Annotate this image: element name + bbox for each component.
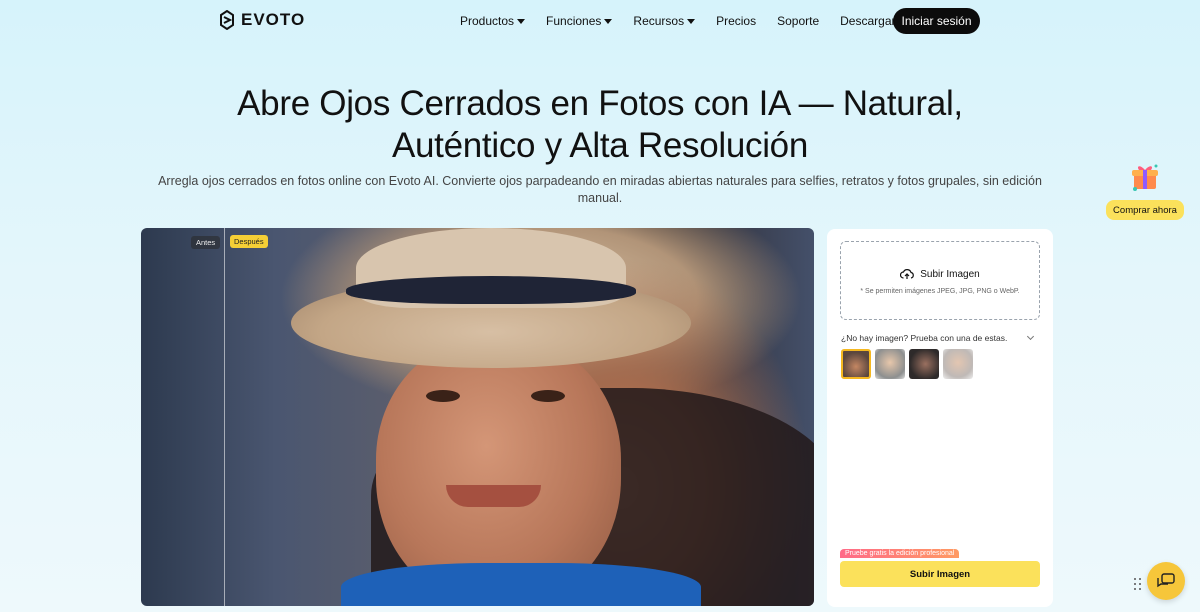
before-after-image[interactable]: Antes Después [141,228,814,606]
login-button[interactable]: Iniciar sesión [893,8,980,34]
nav-funciones-label: Funciones [546,14,602,28]
chat-bubble-icon [1157,573,1175,588]
nav-recursos[interactable]: Recursos [633,14,696,28]
cloud-upload-icon [900,269,915,279]
dropzone-title-text: Subir Imagen [920,268,980,280]
nav-descargar[interactable]: Descargar [840,14,895,28]
chevron-down-icon [1026,332,1035,341]
nav-descargar-label: Descargar [840,14,896,28]
nav-precios[interactable]: Precios [716,14,756,28]
nav-soporte[interactable]: Soporte [777,14,819,28]
caret-down-icon [687,18,696,24]
pro-trial-badge: Pruebe gratis la edición profesional [840,549,960,558]
chat-support-button[interactable] [1147,562,1185,600]
portrait-hat-band [346,276,636,304]
nav-productos[interactable]: Productos [460,14,526,28]
compare-slider-handle[interactable] [224,228,225,606]
caret-down-icon [517,18,526,24]
portrait-shirt [341,563,701,606]
sample-thumbnail-3[interactable] [909,349,939,379]
portrait-left-eye [426,390,460,402]
nav-productos-label: Productos [460,14,515,28]
sample-thumbnails [841,349,973,379]
sample-prompt: ¿No hay imagen? Prueba con una de estas. [841,333,1008,343]
caret-down-icon [604,18,613,24]
upload-dropzone[interactable]: Subir Imagen * Se permiten imágenes JPEG… [840,241,1040,320]
sample-thumbnail-2[interactable] [875,349,905,379]
nav-soporte-label: Soporte [777,14,820,28]
portrait-right-eye [531,390,565,402]
page-subtitle: Arregla ojos cerrados en fotos online co… [158,174,1042,205]
page-title: Abre Ojos Cerrados en Fotos con IA — Nat… [100,83,1100,167]
sample-thumbnail-1[interactable] [841,349,871,379]
upload-panel: Subir Imagen * Se permiten imágenes JPEG… [827,229,1053,607]
dropzone-title: Subir Imagen [841,268,1039,280]
gift-box-icon[interactable] [1130,162,1160,192]
nav-precios-label: Precios [716,14,757,28]
portrait-mouth [446,485,541,507]
top-nav: EVOTO Productos Funciones Recursos Preci… [0,0,1200,42]
file-type-hint: * Se permiten imágenes JPEG, JPG, PNG o … [860,288,1020,295]
nav-links: Productos Funciones Recursos Precios Sop… [460,14,917,28]
evoto-logo[interactable]: EVOTO [219,10,305,30]
before-label: Antes [191,236,221,249]
sample-thumbnail-4[interactable] [943,349,973,379]
buy-now-button[interactable]: Comprar ahora [1106,200,1184,220]
title-line-1: Abre Ojos Cerrados en Fotos con IA — Nat… [237,84,963,123]
sample-images-toggle[interactable]: ¿No hay imagen? Prueba con una de estas. [841,332,1037,343]
drag-handle-icon[interactable] [1134,578,1144,592]
nav-recursos-label: Recursos [633,14,685,28]
after-label: Después [230,235,268,248]
title-line-2: Auténtico y Alta Resolución [391,126,809,165]
upload-image-button[interactable]: Subir Imagen [840,561,1040,587]
evoto-logo-icon [220,10,234,30]
nav-funciones[interactable]: Funciones [546,14,613,28]
logo-text: EVOTO [241,10,306,29]
